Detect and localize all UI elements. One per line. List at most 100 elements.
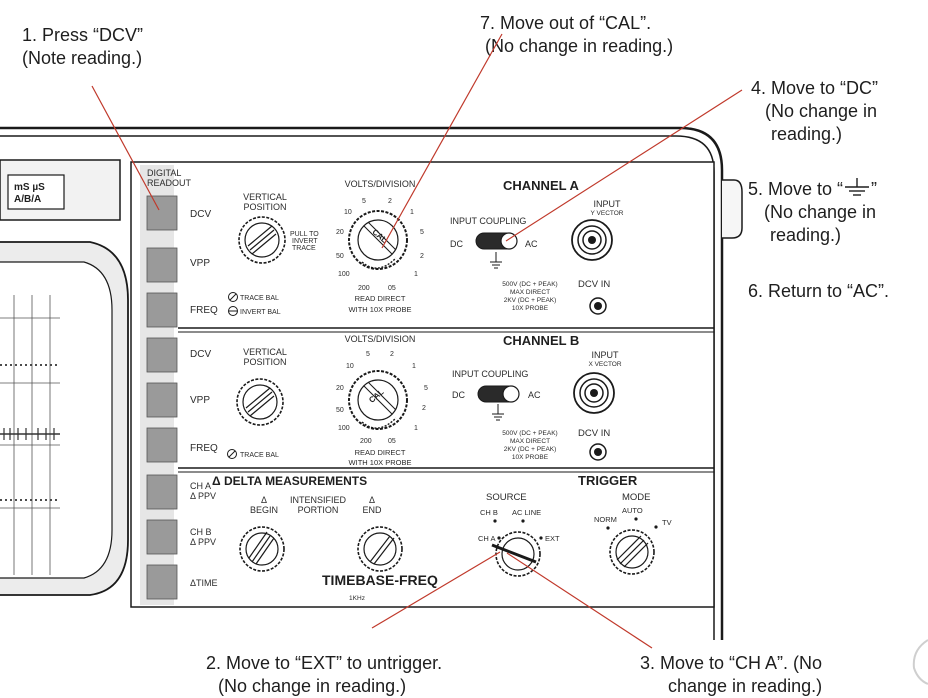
trigger-source-chb: CH B: [480, 508, 498, 517]
vertical-position-label: VERTICAL: [243, 192, 287, 202]
channel-b-title: CHANNEL B: [503, 333, 579, 348]
input-label: INPUT: [592, 350, 620, 360]
delta-time-button[interactable]: [146, 564, 178, 600]
max-input-label: 10X PROBE: [512, 454, 549, 461]
volts-division-label: VOLTS/DIVISION: [345, 179, 416, 189]
freq-button-b[interactable]: [146, 427, 178, 463]
trace-bal-label: TRACE BAL: [240, 295, 279, 302]
button-label: DCV: [190, 209, 211, 220]
knob-mark: 200: [358, 285, 370, 292]
intensified-portion-label: PORTION: [298, 505, 339, 515]
knob-mark: 5: [362, 198, 366, 205]
display-units-label: A/B/A: [14, 194, 41, 205]
input-label: X VECTOR: [588, 361, 621, 368]
vpp-button-b[interactable]: [146, 382, 178, 418]
page-curl: [912, 639, 928, 685]
max-input-label: 10X PROBE: [512, 305, 549, 312]
knob-mark: 50: [336, 253, 344, 260]
ac-label: AC: [525, 239, 538, 249]
knob-mark: 1: [412, 363, 416, 370]
delta-end-label: Δ: [369, 495, 375, 505]
chb-delta-ppv-button[interactable]: [146, 519, 178, 555]
input-coupling-switch-b[interactable]: [477, 385, 520, 403]
input-label: Y VECTOR: [591, 210, 624, 217]
trigger-mode-norm: NORM: [594, 515, 617, 524]
knob-mark: 10: [344, 209, 352, 216]
pull-to-invert-label: PULL TO: [290, 231, 319, 238]
intensified-portion-label: INTENSIFIED: [290, 495, 347, 505]
knob-mark: 5: [420, 229, 424, 236]
dc-label: DC: [452, 390, 465, 400]
delta-end-knob[interactable]: [357, 526, 403, 572]
vpp-button[interactable]: [146, 247, 178, 283]
read-direct-label: WITH 10X PROBE: [349, 458, 412, 467]
bnc-input-connector-b[interactable]: [573, 372, 615, 414]
input-coupling-switch-a[interactable]: [475, 232, 518, 250]
knob-mark: 20: [336, 229, 344, 236]
delta-begin-knob[interactable]: [239, 526, 285, 572]
delta-end-label: END: [362, 505, 382, 515]
invert-bal-label: INVERT BAL: [240, 309, 281, 316]
cha-delta-ppv-button[interactable]: [146, 474, 178, 510]
trigger-title: TRIGGER: [578, 473, 638, 488]
max-input-label: 500V (DC + PEAK): [502, 430, 557, 437]
button-label: CH A: [190, 481, 211, 491]
knob-mark: 5: [366, 351, 370, 358]
pull-to-invert-label: TRACE: [292, 245, 316, 252]
dcv-button-b[interactable]: [146, 337, 178, 373]
knob-mark: 2: [390, 351, 394, 358]
input-coupling-label: INPUT COUPLING: [450, 216, 526, 226]
button-label: VPP: [190, 258, 210, 269]
ac-label: AC: [528, 390, 541, 400]
knob-mark: 200: [360, 438, 372, 445]
trace-bal-label: TRACE BAL: [240, 452, 279, 459]
timebase-freq-label: TIMEBASE-FREQ: [322, 572, 438, 588]
vertical-position-knob-a[interactable]: [238, 216, 286, 264]
freq-button[interactable]: [146, 292, 178, 328]
button-label: FREQ: [190, 305, 218, 316]
input-coupling-label: INPUT COUPLING: [452, 369, 528, 379]
max-input-label: MAX DIRECT: [510, 289, 550, 296]
vertical-position-knob-b[interactable]: [236, 378, 284, 426]
button-label: Δ PPV: [190, 537, 216, 547]
delta-begin-label: BEGIN: [250, 505, 278, 515]
khz-label: 1KHz: [349, 595, 365, 602]
display-area: [0, 159, 129, 596]
button-label: FREQ: [190, 443, 218, 454]
knob-mark: 10: [346, 363, 354, 370]
delta-measurements-title: Δ DELTA MEASUREMENTS: [212, 474, 367, 488]
dc-label: DC: [450, 239, 463, 249]
knob-mark: 1: [414, 271, 418, 278]
trigger-mode-knob[interactable]: [609, 529, 655, 575]
trigger-source-ext: EXT: [545, 534, 560, 543]
vertical-position-label: VERTICAL: [243, 347, 287, 357]
bnc-input-connector-a[interactable]: [571, 219, 613, 261]
pull-to-invert-label: INVERT: [292, 238, 318, 245]
knob-mark: 5: [424, 385, 428, 392]
knob-mark: 2: [388, 198, 392, 205]
knob-mark: 100: [338, 271, 350, 278]
knob-mark: 20: [336, 385, 344, 392]
button-label: DCV: [190, 349, 211, 360]
readout-buttons: [146, 195, 178, 600]
button-label: ΔTIME: [190, 578, 218, 588]
channel-a-title: CHANNEL A: [503, 178, 579, 193]
knob-mark: 1: [410, 209, 414, 216]
button-label: Δ PPV: [190, 491, 216, 501]
input-label: INPUT: [594, 199, 622, 209]
read-direct-label: WITH 10X PROBE: [349, 305, 412, 314]
dcv-in-label: DCV IN: [578, 279, 610, 290]
knob-mark: 05: [388, 285, 396, 292]
button-label: CH B: [190, 527, 212, 537]
dcv-in-jack-b[interactable]: [589, 443, 607, 461]
read-direct-label: READ DIRECT: [355, 448, 406, 457]
read-direct-label: READ DIRECT: [355, 294, 406, 303]
max-input-label: 2KV (DC + PEAK): [504, 297, 557, 304]
knob-mark: 2: [420, 253, 424, 260]
dcv-in-jack-a[interactable]: [589, 297, 607, 315]
trigger-mode-tv: TV: [662, 518, 672, 527]
knob-mark: 05: [388, 438, 396, 445]
dcv-button[interactable]: [146, 195, 178, 231]
vertical-position-label: POSITION: [243, 202, 286, 212]
max-input-label: MAX DIRECT: [510, 438, 550, 445]
